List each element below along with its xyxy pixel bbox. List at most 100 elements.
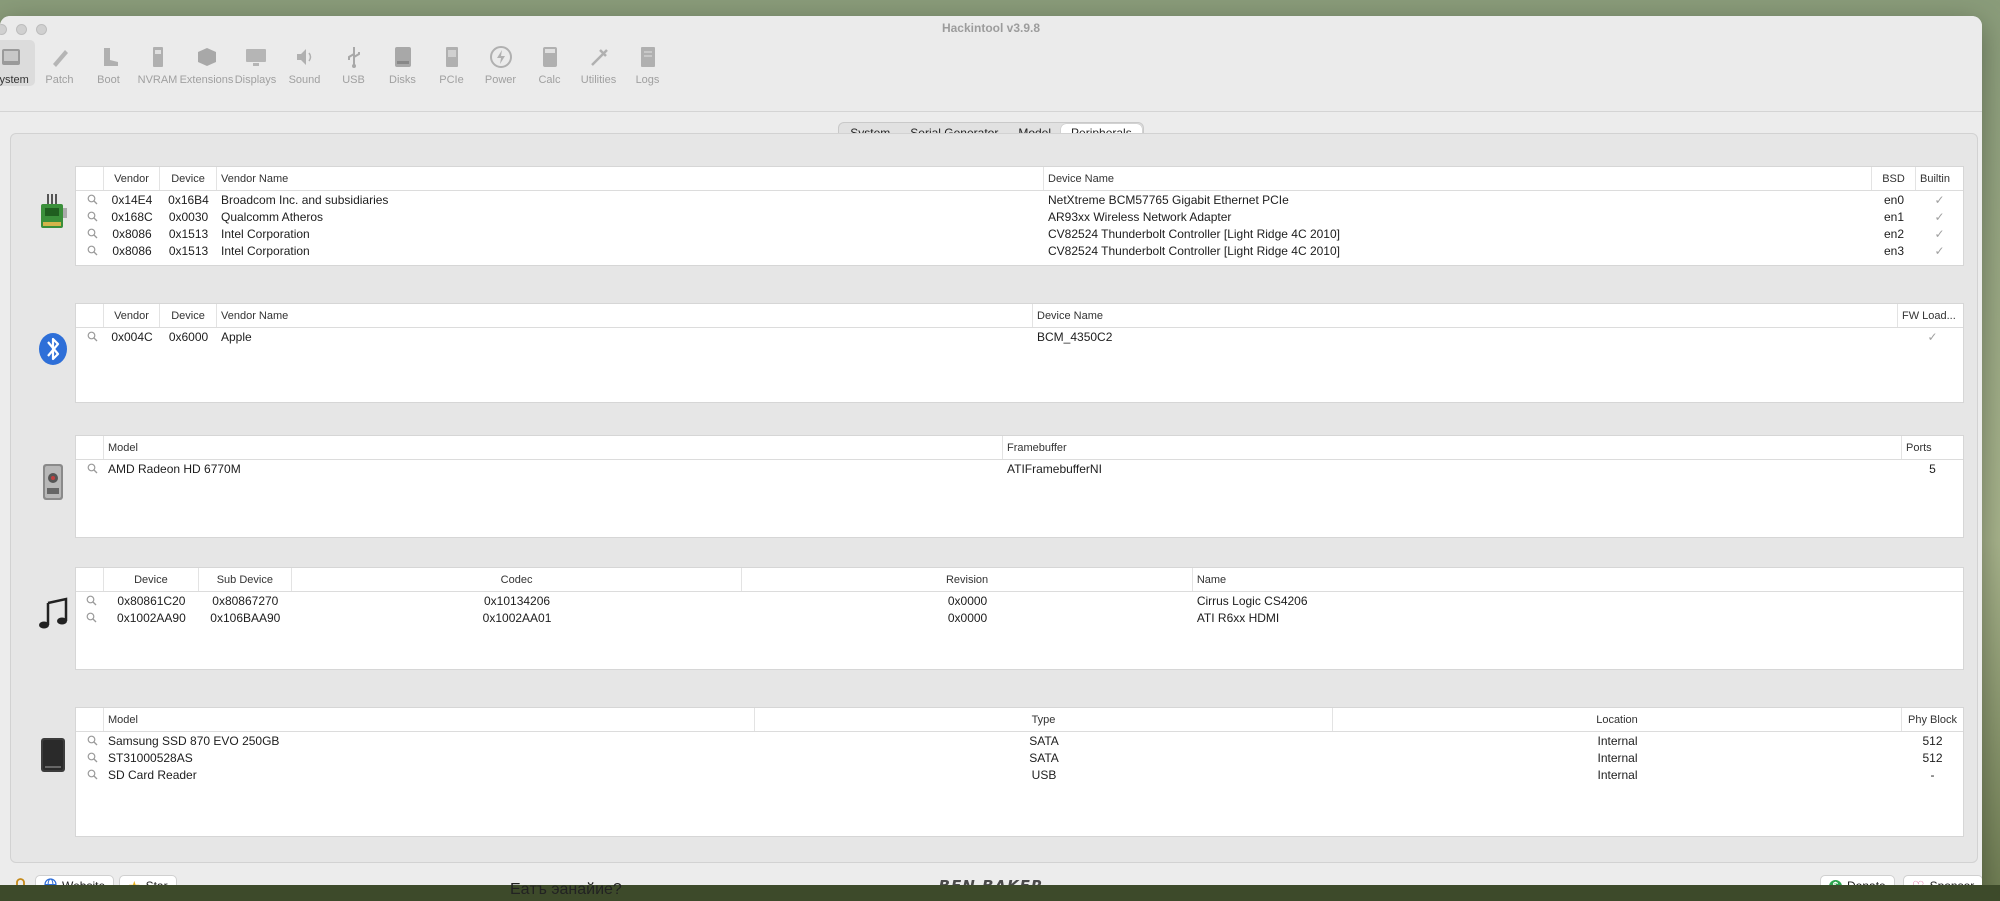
usb-icon [341,44,367,70]
col-builtin[interactable]: Builtin [1916,167,1963,190]
table-cell: Internal [1597,733,1638,748]
col-type[interactable]: Type [755,708,1333,731]
col-vendor[interactable]: Vendor [104,304,160,327]
toolbar-label: Utilities [580,74,617,86]
col-framebuffer[interactable]: Framebuffer [1003,436,1902,459]
bluetooth-icon [29,325,77,373]
toolbar-extensions-button[interactable]: Extensions [180,40,233,86]
table-cell: Samsung SSD 870 EVO 250GB [108,733,280,748]
nvram-icon [145,44,171,70]
table-row[interactable]: 0x80861C20 0x80867270 0x10134206 0x0000 Cirr… [76,592,1963,609]
table-cell: ST31000528AS [108,750,193,765]
table-row[interactable]: 0x1002AA90 0x106BAA90 0x1002AA01 0x0000 ATI … [76,609,1963,626]
search-icon[interactable] [76,228,104,239]
search-icon[interactable] [76,331,104,342]
table-cell: NetXtreme BCM57765 Gigabit Ethernet PCIe [1048,192,1289,207]
search-icon[interactable] [76,595,104,606]
table-cell: en3 [1883,243,1905,258]
table-cell: 0x106BAA90 [210,610,281,625]
toolbar-utilities-button[interactable]: Utilities [574,40,623,86]
table-row[interactable]: 0x004C 0x6000 Apple BCM_4350C2 ✓ [76,328,1963,345]
toolbar-usb-button[interactable]: USB [329,40,378,86]
table-cell: Intel Corporation [221,226,310,241]
search-icon[interactable] [76,735,104,746]
col-fw-load[interactable]: FW Load... [1898,304,1963,327]
network-table: Vendor Device Vendor Name Device Name BS… [75,166,1964,266]
col-name[interactable]: Name [1193,568,1963,591]
col-codec[interactable]: Codec [292,568,743,591]
toolbar-calc-button[interactable]: Calc [525,40,574,86]
toolbar-logs-button[interactable]: Logs [623,40,672,86]
col-location[interactable]: Location [1333,708,1902,731]
network-table-body: 0x14E4 0x16B4 Broadcom Inc. and subsidiari… [76,191,1963,259]
app-window: Hackintool v3.9.8 System Patch Boot NVRAMEx… [0,16,1982,901]
toolbar-disks-button[interactable]: Disks [378,40,427,86]
table-cell: 0x80861C20 [117,593,186,608]
col-vendor-name[interactable]: Vendor Name [217,304,1033,327]
col-revision[interactable]: Revision [742,568,1193,591]
col-phy-block[interactable]: Phy Block [1902,708,1963,731]
col-vendor-name[interactable]: Vendor Name [217,167,1044,190]
table-cell: SATA [1029,750,1059,765]
table-cell: ✓ [1934,226,1945,241]
toolbar-pcie-button[interactable]: PCIe [427,40,476,86]
table-cell: USB [1031,767,1057,782]
disks-icon [390,44,416,70]
toolbar-displays-button[interactable]: Displays [231,40,280,86]
table-cell: - [1930,767,1935,782]
col-device-name[interactable]: Device Name [1033,304,1898,327]
table-row[interactable]: 0x8086 0x1513 Intel Corporation CV82524 Thu… [76,225,1963,242]
table-cell: ATI R6xx HDMI [1196,610,1280,625]
table-cell: CV82524 Thunderbolt Controller [Light Ri… [1048,226,1340,241]
table-row[interactable]: SD Card Reader USB Internal - [76,766,1963,783]
table-cell: Internal [1597,750,1638,765]
col-model[interactable]: Model [104,436,1003,459]
system-icon [0,44,24,70]
table-cell: ATIFramebufferNI [1007,461,1102,476]
toolbar-system-button[interactable]: System [0,40,35,86]
search-icon[interactable] [76,752,104,763]
toolbar-label: Disks [389,74,416,86]
toolbar-label: Displays [234,74,277,86]
table-row[interactable]: 0x14E4 0x16B4 Broadcom Inc. and subsidiari… [76,191,1963,208]
col-ports[interactable]: Ports [1902,436,1963,459]
table-cell: 512 [1922,733,1943,748]
search-icon[interactable] [76,612,104,623]
toolbar-patch-button[interactable]: Patch [35,40,84,86]
col-sub-device[interactable]: Sub Device [199,568,292,591]
table-cell: en1 [1883,209,1905,224]
search-icon[interactable] [76,245,104,256]
toolbar-nvram-button[interactable]: NVRAM [133,40,182,86]
search-icon[interactable] [76,194,104,205]
table-row[interactable]: 0x168C 0x0030 Qualcomm Atheros AR93xx Wirel… [76,208,1963,225]
table-row[interactable]: AMD Radeon HD 6770M ATIFramebufferNI 5 [76,460,1963,477]
table-cell: Internal [1597,767,1638,782]
col-device[interactable]: Device [104,568,199,591]
toolbar-boot-button[interactable]: Boot [84,40,133,86]
table-cell: 0x1513 [168,226,209,241]
search-icon[interactable] [76,769,104,780]
toolbar-label: USB [342,74,365,86]
toolbar-label: Power [484,74,517,86]
table-row[interactable]: 0x8086 0x1513 Intel Corporation CV82524 Thu… [76,242,1963,259]
toolbar-label: NVRAM [137,74,178,86]
table-cell: Apple [221,329,252,344]
col-bsd[interactable]: BSD [1872,167,1916,190]
col-vendor[interactable]: Vendor [104,167,160,190]
toolbar-sound-button[interactable]: Sound [280,40,329,86]
col-device-name[interactable]: Device Name [1044,167,1872,190]
table-cell: 0x1002AA90 [117,610,186,625]
title-bar: Hackintool v3.9.8 System Patch Boot NVRAMEx… [0,16,1982,112]
pcie-icon [439,44,465,70]
search-icon[interactable] [76,463,104,474]
toolbar-power-button[interactable]: Power [476,40,525,86]
music-note-icon [29,590,77,638]
search-icon[interactable] [76,211,104,222]
col-model[interactable]: Model [104,708,755,731]
table-cell: 0x14E4 [111,192,153,207]
table-row[interactable]: ST31000528AS SATA Internal 512 [76,749,1963,766]
col-device[interactable]: Device [160,167,217,190]
col-device[interactable]: Device [160,304,217,327]
table-row[interactable]: Samsung SSD 870 EVO 250GB SATA Internal 512 [76,732,1963,749]
table-cell: AR93xx Wireless Network Adapter [1048,209,1232,224]
